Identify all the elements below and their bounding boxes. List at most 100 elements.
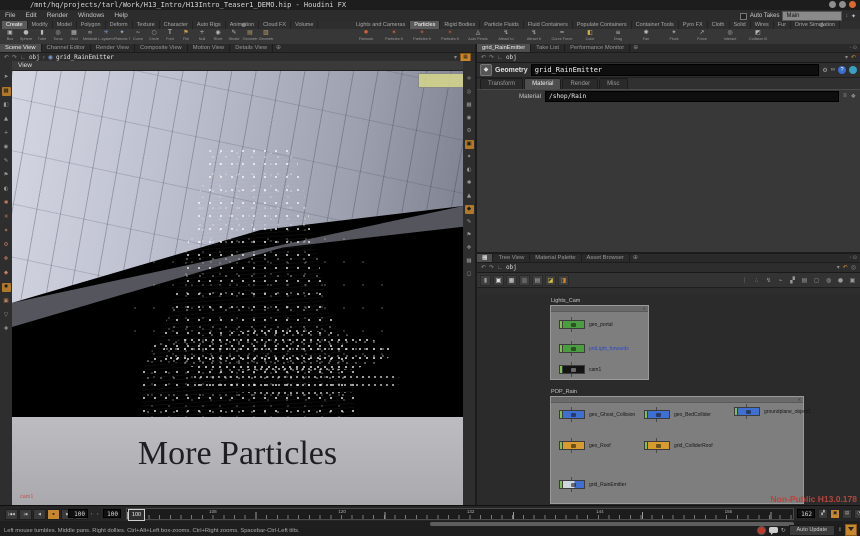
pane-tab[interactable]: Scene View (0, 44, 42, 52)
view-menu[interactable]: View (18, 62, 32, 69)
viewport-tool-icon[interactable]: + (2, 129, 11, 138)
menu-item[interactable]: File (0, 10, 20, 21)
viewport-display-icon[interactable]: ❖ (465, 244, 474, 253)
viewport-tool-icon[interactable]: ▽ (2, 311, 11, 320)
shelf-tab[interactable]: Fur (774, 21, 791, 29)
forward-icon[interactable]: ↷ (12, 54, 17, 61)
viewport-display-icon[interactable]: ✛ (465, 75, 474, 84)
network-option-icon[interactable]: ▣ (848, 276, 857, 285)
pane-tab[interactable]: Tree View (493, 254, 530, 262)
pane-tab[interactable]: Details View (230, 44, 273, 52)
viewport-tool-icon[interactable]: ✦ (2, 227, 11, 236)
take-spinner-icon[interactable]: ↕ (845, 13, 848, 19)
shelf-tab[interactable]: Modify (28, 21, 53, 29)
update-mode-funnel-icon[interactable] (845, 524, 857, 536)
viewport-tool-icon[interactable]: ◉ (2, 143, 11, 152)
shelf-tool[interactable]: ~ Curve (130, 29, 146, 45)
shelf-tool[interactable]: ✶ Particles fr (408, 29, 436, 45)
network-option-icon[interactable]: ⌁ (776, 276, 785, 285)
shelf-tool[interactable]: ⚑ File (178, 29, 194, 45)
maximize-button[interactable] (839, 1, 846, 8)
viewport-tool-icon[interactable]: ➤ (2, 73, 11, 82)
viewport-tool-icon[interactable]: ✚ (2, 325, 11, 334)
viewport-display-icon[interactable]: ✱ (465, 179, 474, 188)
shelf-tool[interactable]: ✴ Flock (660, 29, 688, 45)
viewport-tool-icon[interactable]: ◆ (2, 269, 11, 278)
timeline-scrollbar[interactable] (430, 522, 794, 526)
network-box-title[interactable]: Lights_Cam (551, 298, 580, 304)
network-tool-icon[interactable]: ▩ (519, 275, 530, 286)
pane-tab[interactable]: Performance Monitor (565, 44, 630, 52)
shelf-tool[interactable]: ▣ Box (2, 29, 18, 45)
close-button[interactable] (849, 1, 856, 8)
sync-icon[interactable]: ↻ (781, 527, 786, 534)
menu-icon[interactable]: ≡ (843, 93, 847, 99)
transport-button[interactable]: |◀ (19, 509, 32, 520)
pane-corner-icons[interactable]: ▫ ⊙ (847, 254, 860, 262)
shelf-tool[interactable]: ↯ Attract to (492, 29, 520, 45)
parameter-tab[interactable]: Misc (599, 78, 627, 89)
network-node[interactable]: grid_RainEmitter (559, 480, 585, 489)
range-end-field[interactable]: 162 (797, 509, 815, 518)
viewport-display-icon[interactable]: ▣ (465, 140, 474, 149)
shelf-tab[interactable]: Cloth (708, 21, 730, 29)
network-box[interactable]: ✕ geo_Ghost_Collision geo_BedCollider (550, 396, 804, 504)
shelf-tool[interactable]: ◬ Auto Persis (464, 29, 492, 45)
network-node[interactable]: geo_Ghost_Collision (559, 410, 585, 419)
menu-item[interactable]: Windows (73, 10, 109, 21)
path-root[interactable]: obj (506, 264, 517, 271)
shelf-tab[interactable]: Create (2, 21, 28, 29)
viewport-tool-icon[interactable]: ⚙ (2, 241, 11, 250)
shelf-tool[interactable]: ◎ Torus (50, 29, 66, 45)
transport-button[interactable]: ◀ (33, 509, 46, 520)
network-tool-icon[interactable]: ▦ (506, 275, 517, 286)
pane-tab[interactable]: Motion View (188, 44, 230, 52)
network-box-title[interactable]: POP_Rain (551, 389, 577, 395)
shelf-tool[interactable]: ✳ L-system (98, 29, 114, 45)
viewport-display-icon[interactable]: ▦ (465, 101, 474, 110)
pane-tab[interactable]: Channel Editor (42, 44, 91, 52)
viewport-display-icon[interactable]: ◻ (465, 270, 474, 279)
network-tool-icon[interactable]: ▮ (480, 275, 491, 286)
network-node[interactable]: cam1 (559, 365, 585, 374)
sphere-icon[interactable] (849, 66, 857, 74)
shelf-tool[interactable]: ✶ Particles fr (436, 29, 464, 45)
network-node[interactable]: geo_BedCollider (644, 410, 670, 419)
auto-update-spinner-icon[interactable]: ↕ (838, 527, 842, 533)
back-icon[interactable]: ↶ (481, 54, 486, 61)
timeline-ruler[interactable]: 108 120 132 144 156 100 (126, 508, 794, 520)
range-lock-icon[interactable]: ▪ (91, 511, 92, 516)
viewport-tool-icon[interactable]: ✎ (2, 157, 11, 166)
network-node[interactable]: geo_portal (559, 320, 585, 329)
network-tool-icon[interactable]: ◪ (545, 275, 556, 286)
link-icon[interactable]: ∞ (831, 67, 835, 73)
network-option-icon[interactable]: ∴ (752, 276, 761, 285)
minimize-button[interactable] (829, 1, 836, 8)
back-icon[interactable]: ↶ (4, 54, 9, 61)
path-menu-icon[interactable]: ▾ (454, 54, 457, 61)
shelf-tool[interactable]: ▤ Geometr (242, 29, 258, 45)
node-body[interactable] (647, 410, 670, 419)
playbar-option-icon[interactable]: ▣ (830, 509, 840, 519)
pane-tab[interactable]: Render View (91, 44, 135, 52)
pane-tab[interactable]: Asset Browser (582, 254, 630, 262)
message-bubble-icon[interactable] (769, 527, 778, 533)
node-body[interactable] (647, 441, 670, 450)
shelf-tool[interactable]: + Null (194, 29, 210, 45)
network-option-icon[interactable]: ⋮ (740, 276, 749, 285)
shelf-tab[interactable]: Populate Containers (573, 21, 632, 29)
box-close-icon[interactable]: ✕ (551, 306, 648, 312)
auto-takes-checkbox[interactable] (740, 13, 747, 20)
network-tool-icon[interactable]: ◨ (558, 275, 569, 286)
network-node[interactable]: groundplane_object1 (734, 407, 760, 416)
node-body[interactable] (562, 365, 585, 374)
viewport-tool-icon[interactable]: ✱ (2, 199, 11, 208)
viewport-tool-icon[interactable]: ✸ (2, 283, 11, 292)
path-menu-icon[interactable]: ▾ (837, 264, 840, 271)
shelf-tool[interactable]: ✶ Particles fr (380, 29, 408, 45)
global-start-field[interactable]: 100 (68, 509, 88, 518)
current-frame-marker[interactable]: 100 (128, 509, 145, 521)
shelf-tool[interactable]: ▮ Tube (34, 29, 50, 45)
viewport-display-icon[interactable]: ◉ (465, 114, 474, 123)
range-start-field[interactable]: 100 (103, 509, 121, 518)
